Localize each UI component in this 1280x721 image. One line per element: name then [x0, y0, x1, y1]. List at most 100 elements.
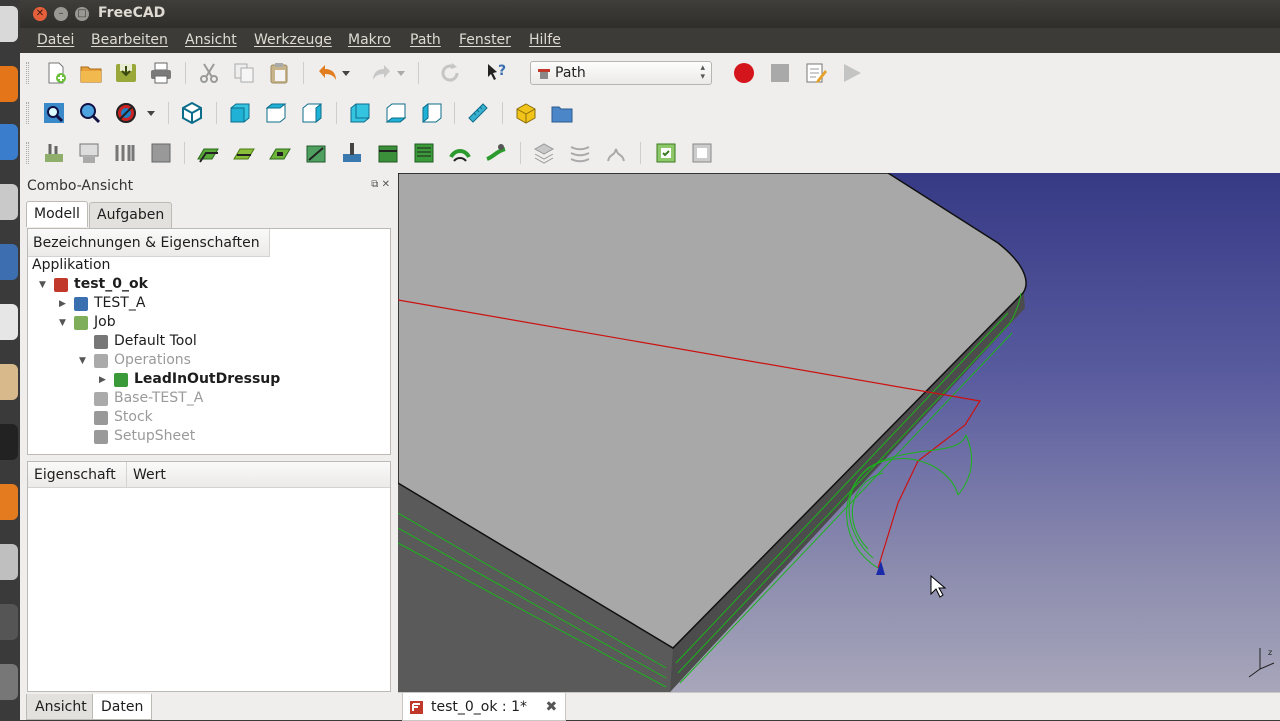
open-document-icon[interactable] — [79, 61, 103, 85]
draw-style-dropdown-icon[interactable] — [144, 101, 158, 125]
tree-item[interactable]: SetupSheet — [114, 427, 195, 446]
path-copy-icon[interactable] — [568, 141, 592, 165]
whats-this-icon[interactable]: ? — [485, 61, 509, 85]
path-simulator-icon[interactable] — [604, 141, 628, 165]
tree-item[interactable]: test_0_ok — [74, 275, 148, 294]
cut-icon[interactable] — [197, 61, 221, 85]
menu-ansicht[interactable]: Ansicht — [185, 32, 237, 48]
print-icon[interactable] — [149, 61, 173, 85]
path-drilling-icon[interactable] — [340, 141, 364, 165]
path-profile-icon[interactable] — [196, 141, 220, 165]
launcher-home-icon[interactable] — [0, 6, 18, 42]
tree-item[interactable]: Job — [94, 313, 116, 332]
path-contour-icon[interactable] — [232, 141, 256, 165]
workbench-selector[interactable]: Path ▴ ▾ — [530, 61, 712, 85]
model-3d-view[interactable]: z — [398, 173, 1280, 692]
tab-modell[interactable]: Modell — [26, 201, 88, 227]
maximize-window-button[interactable]: □ — [75, 7, 89, 21]
menu-werkzeuge[interactable]: Werkzeuge — [254, 32, 332, 48]
create-part-icon[interactable] — [514, 101, 538, 125]
stop-macro-icon[interactable] — [768, 61, 792, 85]
view-bottom-icon[interactable] — [384, 101, 408, 125]
path-job-icon[interactable] — [42, 141, 66, 165]
menu-path[interactable]: Path — [410, 32, 441, 48]
view-front-icon[interactable] — [228, 101, 252, 125]
path-adaptive-icon[interactable] — [304, 141, 328, 165]
close-window-button[interactable]: ✕ — [33, 7, 47, 21]
menu-bearbeiten[interactable]: Bearbeiten — [91, 32, 168, 48]
launcher-firefox-icon[interactable] — [0, 66, 18, 102]
record-macro-icon[interactable] — [732, 61, 756, 85]
fit-selection-icon[interactable] — [78, 101, 102, 125]
redo-dropdown-icon[interactable] — [395, 61, 407, 85]
launcher-app-icon[interactable] — [0, 604, 18, 640]
path-array-icon[interactable] — [532, 141, 556, 165]
minimize-window-button[interactable]: – — [54, 7, 68, 21]
property-column-header[interactable]: Eigenschaft — [28, 462, 127, 488]
value-column-header[interactable]: Wert — [127, 462, 390, 488]
launcher-software-icon[interactable] — [0, 484, 18, 520]
tree-item[interactable]: LeadInOutDressup — [134, 370, 280, 389]
fit-all-icon[interactable] — [42, 101, 66, 125]
draw-style-icon[interactable] — [114, 101, 138, 125]
refresh-icon[interactable] — [438, 61, 462, 85]
path-face-icon[interactable] — [376, 141, 400, 165]
path-pocket-icon[interactable] — [268, 141, 292, 165]
tab-daten[interactable]: Daten — [92, 694, 153, 720]
tree-item[interactable]: Base-TEST_A — [114, 389, 203, 408]
launcher-editor-icon[interactable] — [0, 304, 18, 340]
toolbar-grip[interactable] — [26, 142, 29, 164]
tree-item[interactable]: Default Tool — [114, 332, 197, 351]
expand-down-icon[interactable]: ▼ — [39, 280, 46, 290]
launcher-freecad-icon[interactable] — [0, 244, 18, 280]
document-tab[interactable]: test_0_ok : 1* ✖ — [402, 693, 567, 721]
path-inspect-icon[interactable] — [690, 141, 714, 165]
redo-icon[interactable] — [370, 61, 394, 85]
menu-datei[interactable]: Datei — [37, 32, 74, 48]
3d-viewport[interactable]: z — [398, 173, 1280, 692]
tab-ansicht[interactable]: Ansicht — [26, 694, 96, 720]
measure-distance-icon[interactable] — [466, 101, 490, 125]
path-stock-icon[interactable] — [149, 141, 173, 165]
toolbar-grip[interactable] — [26, 62, 29, 84]
view-top-icon[interactable] — [264, 101, 288, 125]
undo-dropdown-icon[interactable] — [340, 61, 352, 85]
tab-aufgaben[interactable]: Aufgaben — [89, 202, 173, 228]
view-left-icon[interactable] — [420, 101, 444, 125]
tree-item[interactable]: TEST_A — [94, 294, 145, 313]
launcher-archive-icon[interactable] — [0, 364, 18, 400]
menu-hilfe[interactable]: Hilfe — [529, 32, 561, 48]
tree-column-header[interactable]: Bezeichnungen & Eigenschaften — [28, 229, 270, 257]
menu-fenster[interactable]: Fenster — [459, 32, 511, 48]
panel-float-close-icons[interactable]: ⧉ ✕ — [371, 179, 390, 190]
close-tab-icon[interactable]: ✖ — [545, 699, 557, 715]
toolbar-grip[interactable] — [26, 102, 29, 124]
path-sanity-icon[interactable] — [654, 141, 678, 165]
view-rear-icon[interactable] — [348, 101, 372, 125]
expand-right-icon[interactable]: ▶ — [99, 375, 106, 385]
path-toolbit-icon[interactable] — [113, 141, 137, 165]
edit-macro-icon[interactable] — [804, 61, 828, 85]
new-document-icon[interactable] — [44, 61, 68, 85]
tree-item[interactable]: Stock — [114, 408, 153, 427]
launcher-settings-icon[interactable] — [0, 184, 18, 220]
tree-item[interactable]: Operations — [114, 351, 191, 370]
launcher-trash-icon[interactable] — [0, 664, 18, 700]
paste-icon[interactable] — [267, 61, 291, 85]
path-engrave-icon[interactable] — [448, 141, 472, 165]
copy-icon[interactable] — [232, 61, 256, 85]
launcher-terminal-icon[interactable] — [0, 424, 18, 460]
save-document-icon[interactable] — [114, 61, 138, 85]
path-post-process-icon[interactable] — [77, 141, 101, 165]
path-dressup-icon[interactable] — [484, 141, 508, 165]
path-helix-icon[interactable] — [412, 141, 436, 165]
expand-down-icon[interactable]: ▼ — [59, 318, 66, 328]
view-isometric-icon[interactable] — [180, 101, 204, 125]
view-right-icon[interactable] — [300, 101, 324, 125]
expand-right-icon[interactable]: ▶ — [59, 299, 66, 309]
run-macro-icon[interactable] — [840, 61, 864, 85]
undo-icon[interactable] — [315, 61, 339, 85]
launcher-files-icon[interactable] — [0, 124, 18, 160]
launcher-tools-icon[interactable] — [0, 544, 18, 580]
create-group-icon[interactable] — [550, 101, 574, 125]
